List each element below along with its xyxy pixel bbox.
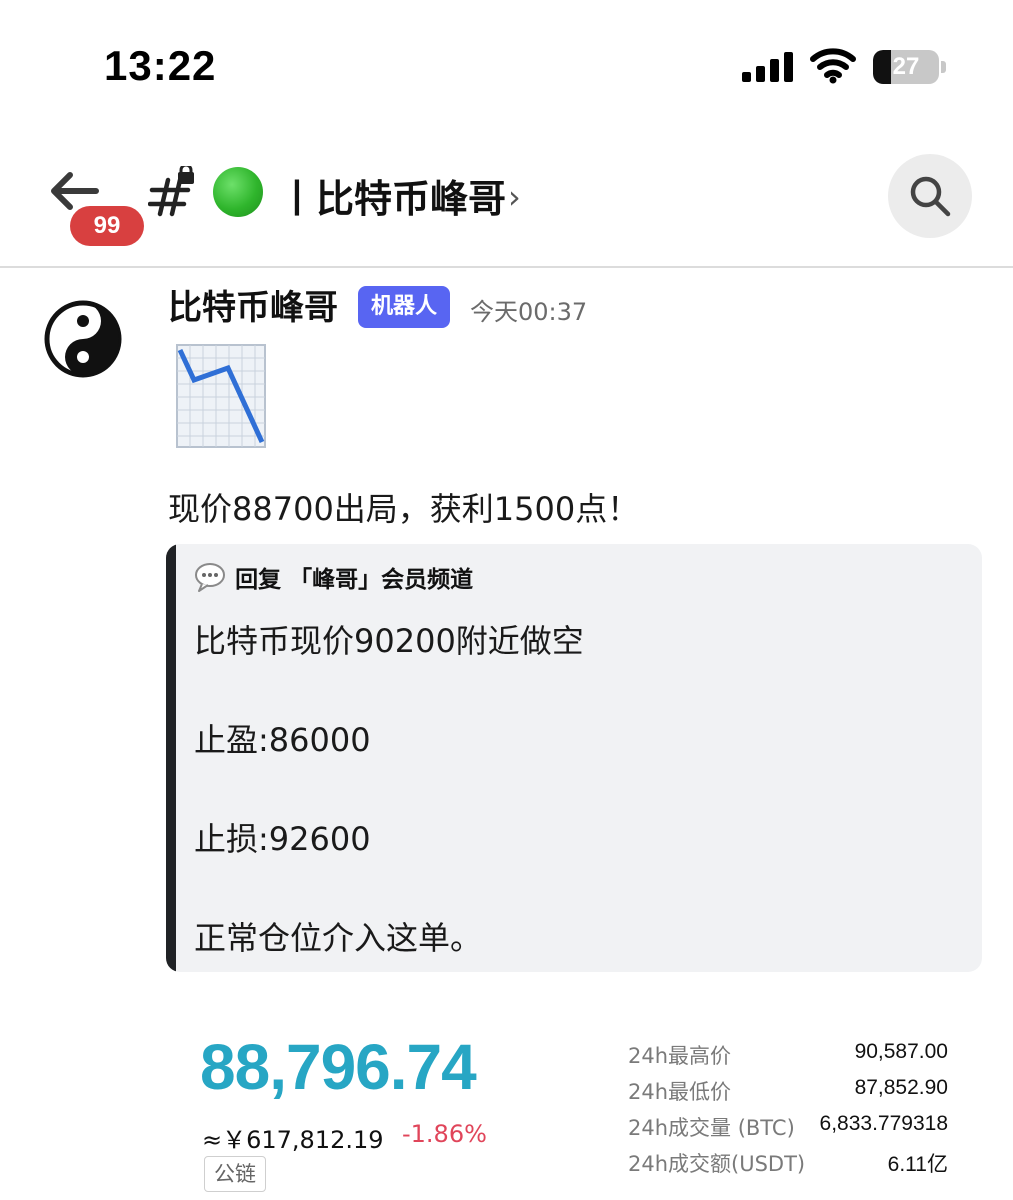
stat-label: 24h成交额(USDT) — [628, 1152, 806, 1176]
status-time: 13:22 — [104, 42, 217, 89]
stats-table: 24h最高价 90,587.00 24h最低价 87,852.90 24h成交量… — [628, 1040, 948, 1184]
chevron-right-icon[interactable]: › — [508, 178, 521, 216]
green-circle-icon — [213, 167, 263, 217]
cellular-signal-icon — [742, 52, 793, 82]
reply-line: 正常仓位介入这单。 — [194, 919, 483, 957]
chain-tag: 公链 — [204, 1156, 266, 1192]
battery-indicator: 27 — [873, 50, 947, 84]
stat-label: 24h成交量 (BTC) — [628, 1116, 795, 1140]
stat-value: 90,587.00 — [854, 1040, 948, 1063]
channel-title[interactable]: 丨比特币峰哥 — [278, 168, 506, 223]
price-change: -1.86% — [402, 1120, 487, 1148]
wifi-icon — [810, 48, 856, 84]
search-button[interactable] — [888, 154, 972, 238]
channel-header: 99 丨比特币峰哥 › — [0, 140, 1013, 268]
current-price: 88,796.74 — [200, 1031, 477, 1103]
bot-tag: 机器人 — [358, 286, 450, 328]
chart-decreasing-icon — [176, 344, 266, 448]
battery-cap — [941, 61, 946, 73]
speech-bubble-icon — [195, 563, 225, 592]
yin-yang-avatar-icon — [44, 300, 122, 378]
search-icon — [910, 176, 951, 217]
stat-row: 24h成交额(USDT) 6.11亿 — [628, 1148, 948, 1184]
avatar[interactable] — [44, 300, 122, 378]
stat-label: 24h最高价 — [628, 1044, 732, 1068]
reply-header: 回复 「峰哥」会员频道 — [194, 560, 473, 594]
battery-level: 27 — [892, 53, 920, 80]
stat-value: 87,852.90 — [854, 1076, 948, 1099]
stat-value: 6,833.779318 — [819, 1112, 948, 1135]
stat-row: 24h成交量 (BTC) 6,833.779318 — [628, 1112, 948, 1148]
message-timestamp: 今天00:37 — [470, 298, 588, 326]
embed-accent-bar — [166, 544, 176, 972]
reply-line: 止盈:86000 — [194, 721, 371, 759]
reply-header-text: 回复 「峰哥」会员频道 — [235, 567, 474, 593]
reply-embed[interactable]: 回复 「峰哥」会员频道 比特币现价90200附近做空 止盈:86000 止损:9… — [166, 544, 982, 972]
stat-label: 24h最低价 — [628, 1080, 732, 1104]
private-channel-icon — [148, 166, 194, 217]
stat-row: 24h最低价 87,852.90 — [628, 1076, 948, 1112]
message-author[interactable]: 比特币峰哥 — [168, 280, 338, 329]
reply-line: 比特币现价90200附近做空 — [194, 622, 584, 660]
status-bar: 13:22 27 — [0, 0, 1013, 130]
stat-row: 24h最高价 90,587.00 — [628, 1040, 948, 1076]
stat-value: 6.11亿 — [887, 1153, 948, 1176]
message-text: 现价88700出局，获利1500点！ — [168, 490, 640, 528]
price-cny: ≈￥617,812.19 — [202, 1126, 384, 1154]
unread-badge: 99 — [70, 206, 144, 246]
reply-line: 止损:92600 — [194, 820, 371, 858]
